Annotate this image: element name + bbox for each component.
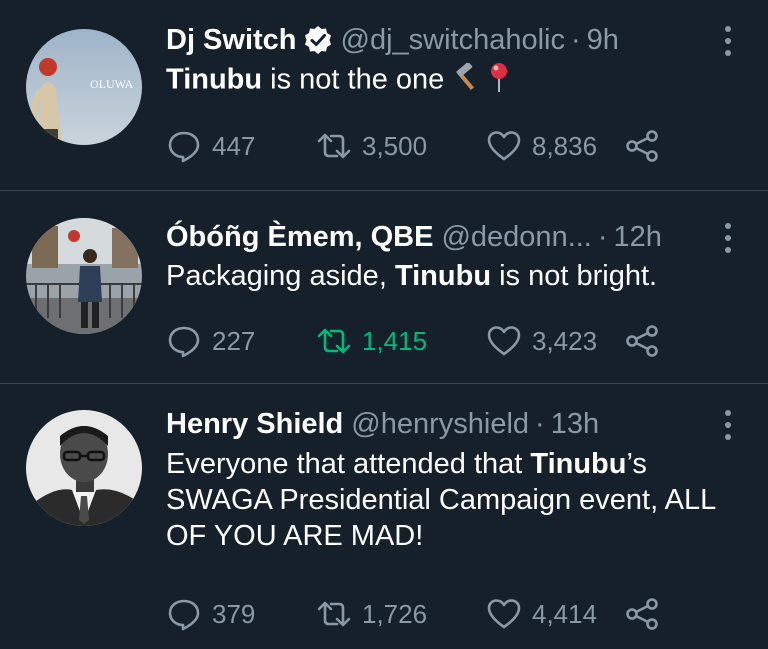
tweet-actions: 227 1,415 3,423: [166, 321, 726, 361]
share-icon: [626, 598, 658, 630]
separator: ·: [571, 23, 581, 56]
tweet-text-bold: Tinubu: [530, 448, 627, 480]
tweet-text: Everyone that attended that Tinubu’s SWA…: [166, 446, 726, 554]
user-handle[interactable]: @dj_switchaholic: [341, 24, 565, 57]
reply-button[interactable]: 227: [166, 321, 255, 361]
reply-button[interactable]: 447: [166, 126, 255, 166]
tweet-actions: 379 1,726 4,414: [166, 594, 726, 634]
like-count: 8,836: [532, 130, 598, 161]
share-button[interactable]: [624, 126, 660, 166]
timestamp[interactable]: 13h: [551, 408, 599, 441]
tweet[interactable]: Henry Shield @henryshield · 13h Everyone…: [0, 384, 768, 649]
share-icon: [626, 130, 658, 162]
share-button[interactable]: [624, 594, 660, 634]
more-options-icon[interactable]: [718, 410, 738, 440]
user-handle[interactable]: @dedonn...: [441, 221, 591, 254]
reply-icon: [168, 131, 200, 163]
retweet-icon: [317, 328, 351, 354]
reply-icon: [168, 326, 200, 358]
separator: ·: [597, 220, 608, 253]
tweet-text-span: Everyone that attended that: [166, 448, 531, 480]
like-button[interactable]: 8,836: [486, 126, 597, 166]
more-options-icon[interactable]: [718, 223, 738, 253]
heart-icon: [487, 326, 521, 356]
user-handle[interactable]: @henryshield: [351, 408, 529, 441]
tweet[interactable]: Óbóñg Èmem, QBE @dedonn... · 12h Packagi…: [0, 191, 768, 383]
tweet-text-bold: Tinubu: [394, 260, 492, 292]
avatar[interactable]: OLUWA: [26, 29, 142, 145]
reply-icon: [168, 599, 200, 631]
display-name[interactable]: Óbóñg Èmem, QBE: [166, 221, 433, 254]
tweet[interactable]: OLUWA Dj Switch @dj_switchaholic · 9h Ti…: [0, 0, 768, 190]
tweet-text-bold: Tinubu: [166, 63, 263, 96]
tweet-header: Henry Shield @henryshield · 13h: [166, 404, 738, 444]
reply-button[interactable]: 379: [166, 594, 255, 634]
like-count: 4,414: [532, 598, 598, 629]
retweet-button[interactable]: 1,726: [316, 594, 427, 634]
share-icon: [626, 325, 658, 357]
display-name[interactable]: Dj Switch: [166, 24, 297, 57]
timestamp[interactable]: 12h: [614, 221, 662, 254]
avatar[interactable]: [26, 218, 142, 334]
like-count: 3,423: [532, 325, 598, 356]
retweet-button[interactable]: 1,415: [316, 321, 427, 361]
like-button[interactable]: 4,414: [486, 594, 597, 634]
tweet-actions: 447 3,500 8,836: [166, 126, 726, 166]
tweet-header: Óbóñg Èmem, QBE @dedonn... · 12h: [166, 217, 738, 257]
retweet-count: 3,500: [362, 130, 428, 161]
avatar[interactable]: [26, 410, 142, 526]
reply-count: 447: [212, 130, 256, 161]
tweet-text-span: is not the one: [262, 63, 453, 96]
retweet-button[interactable]: 3,500: [316, 126, 427, 166]
separator: ·: [535, 407, 545, 440]
retweet-icon: [317, 133, 351, 159]
reply-count: 379: [212, 598, 256, 629]
avatar-caption: OLUWA: [90, 77, 134, 91]
display-name[interactable]: Henry Shield: [166, 408, 343, 441]
tweet-text: Tinubu is not the one: [166, 61, 738, 100]
like-button[interactable]: 3,423: [486, 321, 597, 361]
round-pushpin-icon: [488, 62, 510, 100]
tweet-text: Packaging aside, Tinubu is not bright.: [166, 259, 738, 293]
retweet-count: 1,415: [362, 325, 428, 356]
tweet-text-span: is not bright.: [491, 260, 658, 292]
hammer-icon: [452, 61, 480, 99]
timeline-feed: OLUWA Dj Switch @dj_switchaholic · 9h Ti…: [0, 0, 768, 649]
heart-icon: [487, 599, 521, 629]
retweet-count: 1,726: [362, 598, 428, 629]
more-options-icon[interactable]: [718, 26, 738, 56]
timestamp[interactable]: 9h: [587, 24, 619, 57]
retweet-icon: [317, 601, 351, 627]
share-button[interactable]: [624, 321, 660, 361]
tweet-header: Dj Switch @dj_switchaholic · 9h: [166, 20, 738, 60]
reply-count: 227: [212, 325, 256, 356]
tweet-text-span: Packaging aside,: [166, 260, 395, 292]
verified-badge-icon: [303, 25, 333, 55]
heart-icon: [487, 131, 521, 161]
